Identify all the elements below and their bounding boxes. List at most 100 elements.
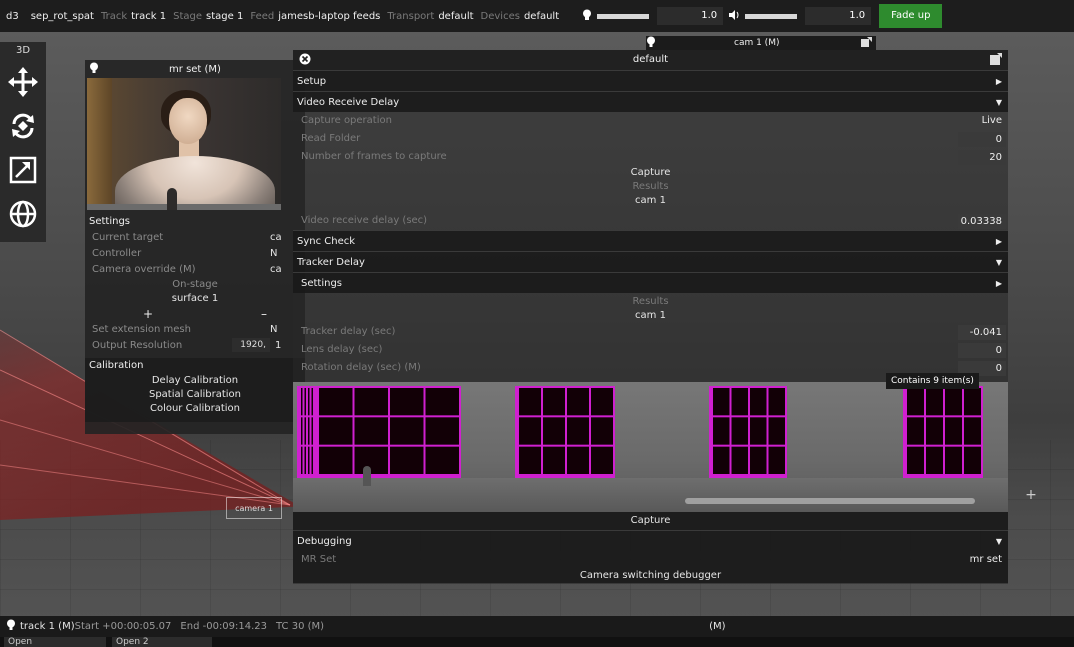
led-screen: [903, 386, 983, 478]
video-receive-delay-row[interactable]: Video receive delay (sec) 0.03338: [293, 212, 1008, 230]
volume-control: 1.0: [729, 7, 877, 25]
brightness-slider[interactable]: [597, 13, 650, 19]
remove-button[interactable]: –: [261, 306, 267, 322]
devices-value[interactable]: default: [524, 11, 559, 22]
read-folder-row[interactable]: Read Folder 0: [293, 130, 1008, 148]
current-target-row[interactable]: Current target ca: [85, 230, 305, 246]
output-resolution-row[interactable]: Output Resolution 1920, 1: [85, 338, 305, 354]
panel-title-bar: default: [293, 50, 1008, 70]
tracker-delay-row[interactable]: Tracker delay (sec) -0.041: [293, 323, 1008, 341]
capture-button-2[interactable]: Capture: [293, 512, 1008, 530]
debugging-section[interactable]: Debugging ▼: [293, 530, 1008, 551]
tracker-delay-sec-label: Tracker delay (sec): [301, 326, 396, 337]
colour-calibration-link[interactable]: Colour Calibration: [85, 402, 305, 416]
mr-set-panel: mr set (M) Settings Current target ca Co…: [85, 60, 305, 434]
calibration-heading[interactable]: Calibration: [85, 358, 305, 374]
brightness-value[interactable]: 1.0: [657, 7, 724, 25]
mr-set-preview-image: [87, 78, 281, 210]
led-screen: [709, 386, 787, 478]
frames-label: Number of frames to capture: [301, 151, 447, 162]
expand-right-icon: ▶: [995, 237, 1002, 246]
capture-operation-row[interactable]: Capture operation Live: [293, 112, 1008, 130]
transport-label: Transport: [387, 10, 435, 22]
project-name[interactable]: sep_rot_spat: [31, 11, 94, 22]
camera-marker[interactable]: camera 1: [226, 497, 282, 519]
feed-value[interactable]: jamesb-laptop feeds: [278, 11, 380, 22]
preview-scrollbar[interactable]: [685, 498, 975, 504]
mr-set-header: mr set (M): [85, 60, 305, 78]
video-receive-delay-label: Video Receive Delay: [297, 97, 400, 108]
settings-heading[interactable]: Settings: [85, 214, 305, 230]
surface-item[interactable]: surface 1: [85, 292, 305, 306]
extension-mesh-row[interactable]: Set extension mesh N: [85, 322, 305, 338]
mr-set-value[interactable]: mr set: [970, 551, 1002, 569]
current-target-value[interactable]: ca: [270, 230, 282, 246]
globe-tool-icon[interactable]: [0, 192, 46, 236]
capture-operation-value[interactable]: Live: [982, 112, 1002, 130]
camera-preview[interactable]: [293, 382, 1008, 512]
camera-tab-label[interactable]: cam 1 (M): [734, 38, 779, 48]
stage-label: Stage: [173, 10, 203, 22]
camera-override-label: Camera override (M): [92, 264, 196, 275]
volume-value[interactable]: 1.0: [805, 7, 872, 25]
controller-row[interactable]: Controller N: [85, 246, 305, 262]
volume-fill: [745, 13, 798, 19]
video-receive-delay-sec-value[interactable]: 0.03338: [958, 214, 1006, 229]
frames-row[interactable]: Number of frames to capture 20: [293, 148, 1008, 166]
controller-value[interactable]: N: [270, 246, 277, 262]
camera-override-value[interactable]: ca: [270, 262, 282, 278]
extension-mesh-value[interactable]: N: [270, 322, 277, 338]
edit-icon[interactable]: [861, 36, 873, 50]
move-tool-icon[interactable]: [0, 60, 46, 104]
fade-up-button[interactable]: Fade up: [879, 4, 943, 28]
rotation-delay-label: Rotation delay (sec) (M): [301, 362, 421, 373]
tracker-settings-section[interactable]: Settings ▶: [293, 272, 1008, 293]
camera-override-row[interactable]: Camera override (M) ca: [85, 262, 305, 278]
results-label: Results: [632, 181, 669, 192]
pin-icon[interactable]: [89, 62, 99, 77]
mr-set-row[interactable]: MR Set mr set: [293, 551, 1008, 569]
volume-slider[interactable]: [745, 13, 798, 19]
panel-title: default: [632, 54, 669, 65]
add-button[interactable]: +: [143, 306, 153, 322]
sync-check-section[interactable]: Sync Check ▶: [293, 230, 1008, 251]
mode-label[interactable]: 3D: [0, 42, 46, 60]
preview-floor: [293, 478, 1008, 512]
led-screen: [515, 386, 615, 478]
capture-button[interactable]: Capture: [293, 166, 1008, 180]
camera-switching-debugger-button[interactable]: Camera switching debugger: [293, 569, 1008, 583]
lens-delay-value[interactable]: 0: [958, 343, 1006, 358]
open-tab-1[interactable]: Open: [4, 637, 106, 647]
status-end: End -00:09:14.23: [180, 621, 268, 632]
surface-controls: + –: [85, 306, 305, 322]
track-value[interactable]: track 1: [131, 11, 166, 22]
rotate-tool-icon[interactable]: [0, 104, 46, 148]
app-name[interactable]: d3: [6, 11, 19, 22]
pin-icon[interactable]: [6, 619, 16, 634]
results-camera: cam 1: [635, 195, 666, 206]
setup-section[interactable]: Setup ▶: [293, 70, 1008, 91]
track-label: Track: [100, 10, 128, 22]
open-tab-2[interactable]: Open 2: [112, 637, 212, 647]
status-track[interactable]: track 1 (M): [20, 621, 75, 632]
delay-calibration-link[interactable]: Delay Calibration: [85, 374, 305, 388]
output-resolution-width[interactable]: 1920,: [232, 338, 270, 352]
read-folder-value[interactable]: 0: [958, 132, 1006, 147]
mr-set-title: mr set (M): [169, 63, 221, 75]
lens-delay-row[interactable]: Lens delay (sec) 0: [293, 341, 1008, 359]
video-receive-delay-section[interactable]: Video Receive Delay ▼: [293, 91, 1008, 112]
transport-value[interactable]: default: [438, 11, 473, 22]
stage-value[interactable]: stage 1: [206, 11, 243, 22]
scale-tool-icon[interactable]: [0, 148, 46, 192]
expand-down-icon: ▼: [995, 98, 1002, 107]
output-resolution-height[interactable]: 1: [275, 338, 281, 354]
camera-tab-bar[interactable]: cam 1 (M): [646, 36, 876, 50]
spatial-calibration-link[interactable]: Spatial Calibration: [85, 388, 305, 402]
tracker-results-camera: cam 1: [635, 310, 666, 321]
tracker-delay-sec-value[interactable]: -0.041: [958, 325, 1006, 340]
calibration-section: Calibration Delay Calibration Spatial Ca…: [85, 358, 305, 422]
frames-value[interactable]: 20: [958, 150, 1006, 165]
tracker-delay-section[interactable]: Tracker Delay ▼: [293, 251, 1008, 272]
pin-icon[interactable]: [646, 36, 656, 51]
bulb-icon: [581, 9, 593, 24]
